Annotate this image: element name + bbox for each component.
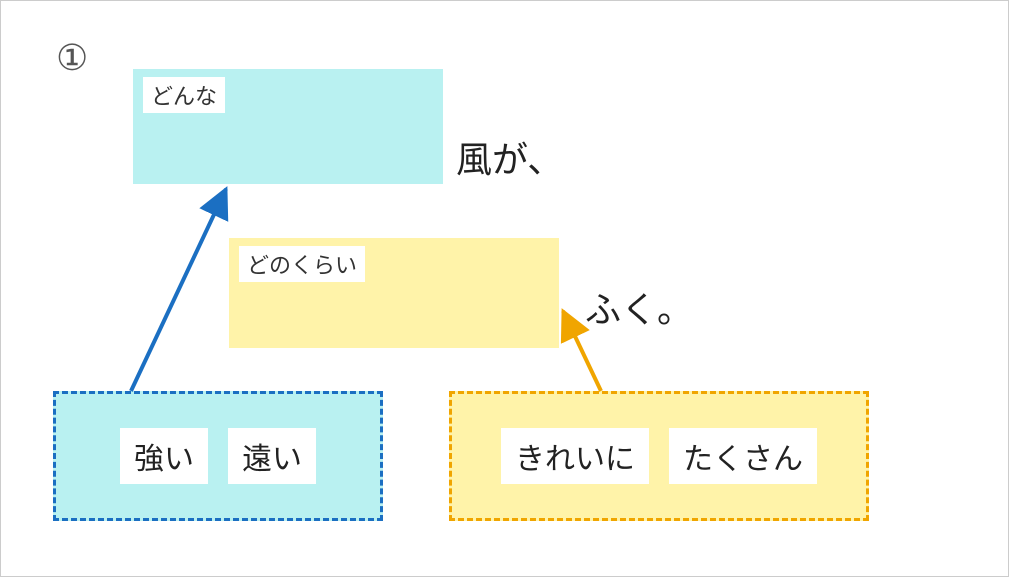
sentence-part2: ふく。 (585, 281, 693, 333)
slot-yellow-label: どのくらい (239, 246, 365, 282)
word-bank-yellow: きれいに たくさん (449, 391, 869, 521)
slot-cyan[interactable]: どんな (133, 69, 443, 184)
diagram-stage: ① どんな 風が、 どのくらい ふく。 強い 遠い きれいに たくさん (1, 1, 1008, 576)
arrow-cyan (131, 189, 226, 391)
word-bank-cyan: 強い 遠い (53, 391, 383, 521)
bank-item[interactable]: きれいに (501, 428, 649, 484)
slot-cyan-label: どんな (143, 77, 225, 113)
bank-item[interactable]: 遠い (228, 428, 316, 484)
slot-yellow[interactable]: どのくらい (229, 238, 559, 348)
bank-item[interactable]: たくさん (669, 428, 817, 484)
question-number: ① (56, 37, 88, 79)
sentence-part1: 風が、 (456, 131, 563, 183)
bank-item[interactable]: 強い (120, 428, 208, 484)
